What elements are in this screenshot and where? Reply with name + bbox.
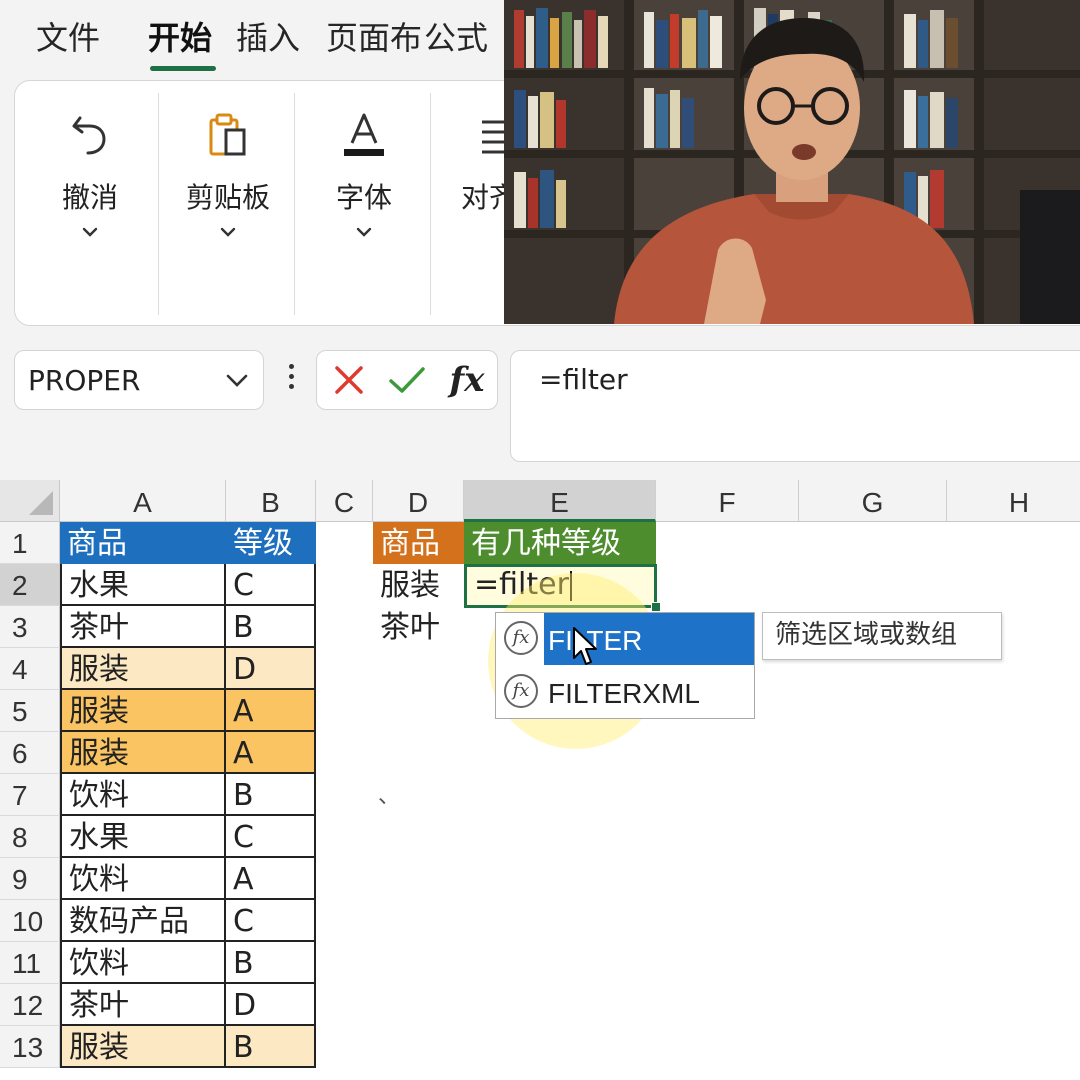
name-box-value: PROPER (28, 364, 141, 397)
row-header[interactable]: 8 (0, 816, 60, 858)
column-header-c[interactable]: C (316, 480, 373, 522)
table-cell[interactable]: 水果 (60, 564, 226, 606)
header-cell-grade-count[interactable]: 有几种等级 (464, 522, 656, 564)
tab-home[interactable]: 开始 (148, 14, 212, 62)
column-header-f[interactable]: F (656, 480, 799, 522)
table-cell[interactable]: B (226, 774, 316, 816)
row-header[interactable]: 5 (0, 690, 60, 732)
tab-insert[interactable]: 插入 (236, 14, 300, 62)
chevron-down-icon[interactable] (299, 219, 429, 243)
table-cell[interactable]: C (226, 816, 316, 858)
undo-label: 撤消 (61, 181, 118, 214)
table-cell[interactable]: 服装 (60, 690, 226, 732)
column-header-e[interactable]: E (464, 480, 656, 522)
function-autocomplete-list: fx FILTER fx FILTERXML (495, 612, 755, 719)
table-cell[interactable]: 茶叶 (60, 984, 226, 1026)
table-cell[interactable]: 茶叶 (60, 606, 226, 648)
table-cell[interactable]: 饮料 (60, 942, 226, 984)
chevron-down-icon[interactable] (163, 219, 293, 243)
table-cell[interactable]: D (226, 984, 316, 1026)
table-cell[interactable]: 服装 (60, 732, 226, 774)
tab-page-layout[interactable]: 页面布 (326, 14, 422, 62)
column-header-g[interactable]: G (799, 480, 947, 522)
table-cell[interactable]: 饮料 (60, 774, 226, 816)
row-header[interactable]: 10 (0, 900, 60, 942)
table-cell[interactable]: 服装 (373, 564, 464, 606)
row-header[interactable]: 9 (0, 858, 60, 900)
undo-icon (25, 105, 155, 165)
tab-file[interactable]: 文件 (36, 14, 100, 62)
cancel-formula-icon[interactable] (321, 351, 377, 409)
header-cell-item-d[interactable]: 商品 (373, 522, 464, 564)
table-cell[interactable]: 服装 (60, 648, 226, 690)
undo-group[interactable]: 撤消 (25, 81, 155, 325)
presenter-video-icon (504, 0, 1080, 324)
chevron-down-icon[interactable] (225, 371, 249, 393)
table-cell[interactable]: 饮料 (60, 858, 226, 900)
table-cell[interactable]: 茶叶 (373, 606, 464, 648)
formula-buttons: fx (316, 350, 498, 410)
confirm-formula-icon[interactable] (379, 351, 435, 409)
autocomplete-item-label: FILTERXML (548, 678, 700, 709)
table-cell[interactable]: A (226, 858, 316, 900)
name-box[interactable]: PROPER (14, 350, 264, 410)
table-cell[interactable]: 水果 (60, 816, 226, 858)
autocomplete-item-filter[interactable]: fx FILTER (496, 613, 754, 665)
row-header[interactable]: 12 (0, 984, 60, 1026)
mouse-pointer-icon (573, 627, 597, 665)
select-all-corner[interactable] (0, 480, 60, 522)
function-icon: fx (504, 621, 538, 655)
active-tab-indicator (150, 66, 216, 71)
formula-bar-text: =filter (539, 363, 628, 396)
column-header-d[interactable]: D (373, 480, 464, 522)
ribbon-divider (158, 93, 159, 315)
header-cell-grade[interactable]: 等级 (226, 522, 316, 564)
clipboard-label: 剪贴板 (185, 181, 270, 214)
fill-handle[interactable] (651, 602, 661, 612)
table-cell[interactable]: 服装 (60, 1026, 226, 1068)
column-header-b[interactable]: B (226, 480, 316, 522)
function-icon: fx (504, 674, 538, 708)
row-header[interactable]: 13 (0, 1026, 60, 1068)
table-cell[interactable]: D (226, 648, 316, 690)
row-header[interactable]: 4 (0, 648, 60, 690)
table-cell[interactable]: B (226, 606, 316, 648)
column-header-h[interactable]: H (947, 480, 1080, 522)
ribbon-divider (294, 93, 295, 315)
font-group[interactable]: 字体 (299, 81, 429, 325)
table-cell[interactable]: A (226, 732, 316, 774)
stray-mark: 、 (378, 784, 401, 809)
formula-bar[interactable]: =filter (510, 350, 1080, 462)
clipboard-group[interactable]: 剪贴板 (163, 81, 293, 325)
chevron-down-icon[interactable] (25, 219, 155, 243)
more-options-icon[interactable] (284, 364, 298, 396)
autocomplete-item-filterxml[interactable]: fx FILTERXML (496, 666, 754, 718)
column-header-a[interactable]: A (60, 480, 226, 522)
row-header[interactable]: 7 (0, 774, 60, 816)
table-cell[interactable]: B (226, 1026, 316, 1068)
font-label: 字体 (335, 181, 392, 214)
header-cell-item[interactable]: 商品 (60, 522, 226, 564)
row-header[interactable]: 2 (0, 564, 60, 606)
font-color-icon (299, 105, 429, 165)
ribbon-divider (430, 93, 431, 315)
row-header[interactable]: 11 (0, 942, 60, 984)
row-header[interactable]: 1 (0, 522, 60, 564)
clipboard-icon (163, 105, 293, 165)
table-cell[interactable]: B (226, 942, 316, 984)
insert-function-icon[interactable]: fx (439, 351, 495, 409)
table-cell[interactable]: C (226, 564, 316, 606)
webcam-overlay (504, 0, 1080, 324)
row-header[interactable]: 3 (0, 606, 60, 648)
row-header[interactable]: 6 (0, 732, 60, 774)
spreadsheet-grid: A B C D E F G H 1 2 3 4 5 6 7 8 9 10 11 … (0, 480, 1080, 1080)
table-cell[interactable]: A (226, 690, 316, 732)
table-cell[interactable]: 数码产品 (60, 900, 226, 942)
table-cell[interactable]: C (226, 900, 316, 942)
tab-formulas[interactable]: 公式 (424, 14, 488, 62)
function-description-tooltip: 筛选区域或数组 (762, 612, 1002, 660)
